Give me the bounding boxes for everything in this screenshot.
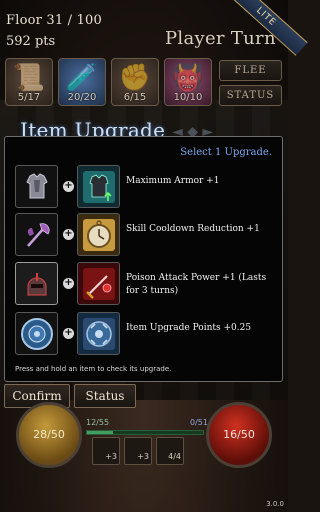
plus-icon: +	[63, 277, 74, 289]
quick-slot[interactable]: +3	[124, 437, 152, 465]
energy-counter: 0/51	[190, 418, 208, 427]
upgrade-description: Poison Attack Power +1 (Lasts for 3 turn…	[126, 273, 267, 296]
upgrade-option-cooldown[interactable]: + Skill Cooldown Reduction +1	[5, 213, 284, 257]
armor-icon	[25, 172, 48, 198]
poison-dagger-icon	[82, 267, 115, 300]
version-label: 3.0.0	[266, 500, 284, 508]
demon-icon: 👹	[171, 63, 205, 93]
gear-shield-icon	[82, 317, 115, 350]
select-instruction: Select 1 Upgrade.	[180, 147, 272, 158]
flee-button[interactable]: FLEE	[219, 60, 282, 81]
upgrade-option-poison[interactable]: + Poison Attack Power +1 (Lasts for 3 tu…	[5, 262, 284, 306]
plus-icon: +	[63, 327, 74, 339]
status-button[interactable]: Status	[74, 384, 136, 408]
current-item-slot[interactable]	[15, 213, 58, 256]
upgrade-item-slot[interactable]	[77, 262, 120, 305]
upgrade-option-points[interactable]: + Item Upgrade Points +0.25	[5, 312, 284, 356]
hold-hint: Press and hold an item to check its upgr…	[15, 365, 172, 373]
skill-slot-fist[interactable]: ✊ 6/15	[111, 58, 159, 106]
xp-bar	[86, 430, 204, 435]
armor-upgrade-icon	[82, 170, 115, 203]
skill-slot-scroll[interactable]: 📜 5/17	[5, 58, 53, 106]
current-item-slot[interactable]	[15, 165, 58, 208]
helmet-icon	[26, 272, 47, 296]
potion-icon: 🧪	[65, 63, 99, 93]
mana-orb: 16/50	[206, 402, 272, 468]
pocket-watch-icon	[82, 218, 115, 251]
upgrade-item-slot[interactable]	[77, 213, 120, 256]
scroll-icon: 📜	[12, 63, 46, 93]
upgrade-description: Item Upgrade Points +0.25	[126, 323, 252, 333]
plus-icon: +	[63, 180, 74, 192]
skill-slot-demon[interactable]: 👹 10/10	[164, 58, 212, 106]
turn-indicator: Player Turn	[165, 28, 276, 49]
fist-icon: ✊	[118, 63, 152, 93]
upgrade-item-slot[interactable]	[77, 165, 120, 208]
upgrade-item-slot[interactable]	[77, 312, 120, 355]
axe-icon	[26, 222, 50, 247]
xp-bar-fill	[87, 431, 113, 434]
skill-count: 20/20	[67, 92, 97, 103]
quick-slot[interactable]: 4/4	[156, 437, 184, 465]
item-upgrade-dialog: Select 1 Upgrade. + Maximum Armor +1 + S…	[4, 136, 283, 382]
upgrade-option-armor[interactable]: + Maximum Armor +1	[5, 165, 284, 209]
current-item-slot[interactable]	[15, 312, 58, 355]
skill-count: 10/10	[173, 92, 203, 103]
xp-counter: 12/55	[86, 418, 110, 427]
quick-slot[interactable]: +3	[92, 437, 120, 465]
points-counter: 592 pts	[6, 34, 56, 49]
skill-slot-potion[interactable]: 🧪 20/20	[58, 58, 106, 106]
status-hud-button[interactable]: STATUS	[219, 85, 282, 106]
upgrade-description: Maximum Armor +1	[126, 176, 220, 186]
shield-icon	[20, 317, 53, 350]
skill-count: 6/15	[123, 92, 147, 103]
current-item-slot[interactable]	[15, 262, 58, 305]
skill-count: 5/17	[17, 92, 41, 103]
upgrade-description: Skill Cooldown Reduction +1	[126, 224, 260, 234]
plus-icon: +	[63, 228, 74, 240]
health-orb: 28/50	[16, 402, 82, 468]
floor-counter: Floor 31 / 100	[6, 13, 102, 28]
